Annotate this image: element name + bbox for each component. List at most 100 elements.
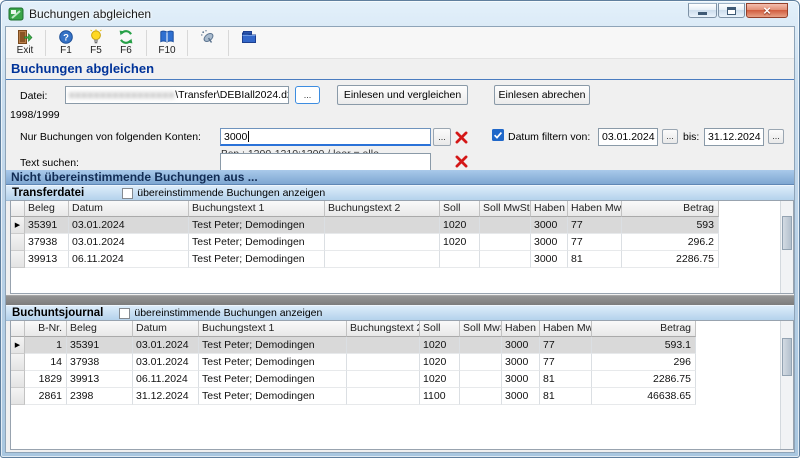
clear-text-search-icon[interactable] (455, 155, 468, 168)
row-selector: ▶ (11, 337, 25, 354)
cell: 06.11.2024 (133, 371, 199, 388)
transfer-section-header: Transferdatei übereinstimmende Buchungen… (6, 185, 794, 201)
cell: 77 (540, 354, 592, 371)
cell: 3000 (531, 234, 568, 251)
cell (460, 371, 502, 388)
close-icon: × (763, 4, 771, 17)
col-header-buchungstext1: Buchungstext 1 (199, 321, 347, 337)
transfer-title: Transferdatei (12, 187, 84, 199)
date-filter-label: Datum filtern von: (508, 131, 590, 143)
help-f1-button[interactable]: ? F1 (51, 29, 81, 56)
transfer-table: Beleg Datum Buchungstext 1 Buchungstext … (10, 200, 794, 294)
cell: 3000 (502, 371, 540, 388)
window-client-area: Exit ? F1 F5 (5, 26, 795, 453)
exit-button[interactable]: Exit (10, 29, 40, 56)
accounts-filter-value: 3000 (224, 131, 247, 143)
transfer-scrollbar[interactable] (780, 201, 793, 293)
cell: 2286.75 (622, 251, 719, 268)
journal-checkbox-label: übereinstimmende Buchungen anzeigen (134, 307, 322, 319)
cell: 39913 (67, 371, 133, 388)
cell: Test Peter; Demodingen (189, 251, 325, 268)
cell (460, 337, 502, 354)
maximize-button[interactable] (718, 3, 745, 18)
file-path-visible: \Transfer\DEBIall2024.d2f (175, 89, 289, 101)
row-filler (719, 234, 780, 251)
cell: 2286.75 (592, 371, 696, 388)
row-filler (696, 337, 780, 354)
row-selector (11, 251, 25, 268)
journal-show-matching-checkbox[interactable] (119, 308, 130, 319)
cell: 1020 (440, 234, 480, 251)
cell: 03.01.2024 (69, 234, 189, 251)
folder-button[interactable] (234, 29, 264, 45)
minimize-button[interactable] (688, 3, 717, 18)
cell: 31.12.2024 (133, 388, 199, 405)
accounts-browse-button[interactable]: ... (433, 128, 451, 146)
accounts-filter-input[interactable]: 3000 (220, 128, 431, 146)
file-browse-button[interactable]: ... (295, 86, 320, 104)
row-filler (719, 251, 780, 268)
row-filler (719, 217, 780, 234)
cell: 37938 (25, 234, 69, 251)
cell: 14 (25, 354, 67, 371)
header-filler (719, 201, 780, 217)
cell: 1829 (25, 371, 67, 388)
cell (460, 354, 502, 371)
cell: 39913 (25, 251, 69, 268)
cell: 03.01.2024 (133, 337, 199, 354)
close-button[interactable]: × (746, 3, 788, 18)
window-title: Buchungen abgleichen (29, 7, 151, 21)
journal-scrollbar[interactable] (780, 321, 793, 449)
text-search-input[interactable] (220, 153, 431, 171)
read-and-compare-button[interactable]: Einlesen und vergleichen (337, 85, 468, 105)
cell: 2398 (67, 388, 133, 405)
file-path-input[interactable]: xxxxxxxxxxxxxxxxx\Transfer\DEBIall2024.d… (65, 86, 289, 104)
scrollbar-thumb[interactable] (782, 338, 792, 376)
section-splitter[interactable] (6, 295, 794, 305)
col-header-soll-mwst: Soll MwSt (480, 201, 531, 217)
date-from-browse-button[interactable]: ... (662, 129, 678, 144)
scrollbar-thumb[interactable] (782, 216, 792, 250)
row-selector (11, 371, 25, 388)
section-title: Nicht übereinstimmende Buchungen aus ... (6, 170, 794, 185)
journal-title: Buchuntsjournal (12, 307, 103, 319)
exit-label: Exit (17, 45, 34, 56)
cell: Test Peter; Demodingen (189, 217, 325, 234)
journal-f10-button[interactable]: F10 (152, 29, 182, 56)
row-selector-header (11, 201, 25, 217)
cell: 1020 (440, 217, 480, 234)
transmit-button[interactable] (193, 29, 223, 45)
f1-label: F1 (60, 45, 72, 56)
col-header-haben-mwst: Haben MwS (540, 321, 592, 337)
header-filler (696, 321, 780, 337)
current-row-arrow-icon: ▶ (15, 341, 20, 349)
lightbulb-icon (88, 29, 104, 45)
cell: 3000 (531, 217, 568, 234)
date-to-input[interactable]: 31.12.2024 (704, 128, 764, 146)
cancel-read-button[interactable]: Einlesen abrechen (494, 85, 590, 105)
transfer-show-matching-checkbox[interactable] (122, 188, 133, 199)
cell: 1020 (420, 354, 460, 371)
text-caret (248, 131, 249, 142)
refresh-f6-button[interactable]: F6 (111, 29, 141, 56)
fiscal-years: 1998/1999 (10, 109, 60, 121)
cell: 35391 (67, 337, 133, 354)
row-selector (11, 388, 25, 405)
col-header-soll-mwst: Soll MwSt (460, 321, 502, 337)
cell: 1020 (420, 371, 460, 388)
f10-label: F10 (158, 45, 175, 56)
bulb-f5-button[interactable]: F5 (81, 29, 111, 56)
cell: 3000 (531, 251, 568, 268)
cell: 37938 (67, 354, 133, 371)
clear-accounts-icon[interactable] (455, 131, 468, 144)
date-filter-checkbox[interactable] (492, 129, 504, 141)
cell: Test Peter; Demodingen (199, 354, 347, 371)
date-from-input[interactable]: 03.01.2024 (598, 128, 658, 146)
cell: 593 (622, 217, 719, 234)
date-to-browse-button[interactable]: ... (768, 129, 784, 144)
folder-icon (241, 29, 257, 45)
cell: 46638.65 (592, 388, 696, 405)
minimize-icon (698, 12, 707, 15)
row-selector: ▶ (11, 217, 25, 234)
f6-label: F6 (120, 45, 132, 56)
